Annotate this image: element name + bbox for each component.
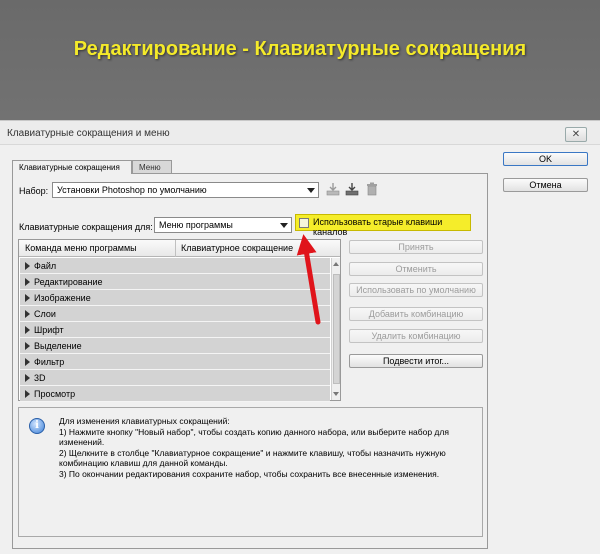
row-label: Шрифт [34,325,64,335]
row-label: Слои [34,309,56,319]
table-row[interactable]: Изображение [20,290,330,306]
expand-triangle-icon[interactable] [25,278,30,286]
banner: Редактирование - Клавиатурные сокращения [0,0,600,120]
info-text: Для изменения клавиатурных сокращений: 1… [59,416,479,479]
expand-triangle-icon[interactable] [25,342,30,350]
cancel-button[interactable]: Отмена [503,178,588,192]
save-set-icon[interactable] [326,182,340,196]
dialog-titlebar: Клавиатурные сокращения и меню ✕ [0,121,600,145]
info-box: i Для изменения клавиатурных сокращений:… [18,407,483,537]
set-label: Набор: [19,186,49,196]
row-label: Просмотр [34,389,76,399]
delete-shortcut-button[interactable]: Удалить комбинацию [349,329,483,343]
expand-triangle-icon[interactable] [25,262,30,270]
info-line: 2) Щелкните в столбце "Клавиатурное сокр… [59,447,446,458]
row-label: 3D [34,373,46,383]
trash-icon[interactable] [365,182,379,196]
set-select-value: Установки Photoshop по умолчанию [57,185,207,195]
table-row[interactable]: Редактирование [20,274,330,290]
accept-button[interactable]: Принять [349,240,483,254]
row-label: Изображение [34,293,91,303]
info-line: изменений. [59,437,105,447]
tab-menus[interactable]: Меню [132,160,172,174]
chevron-down-icon [307,188,315,193]
legacy-channel-shortcuts-option[interactable]: Использовать старые клавиши каналов [295,214,471,237]
scroll-down-icon[interactable] [333,392,339,396]
expand-triangle-icon[interactable] [25,310,30,318]
legacy-channel-shortcuts-label: Использовать старые клавиши каналов [313,217,443,237]
info-line: 3) По окончании редактирования сохраните… [59,468,440,479]
table-row[interactable]: Выделение [20,338,330,354]
expand-triangle-icon[interactable] [25,294,30,302]
table-scrollbar[interactable] [331,258,340,400]
row-label: Файл [34,261,57,271]
table-row[interactable]: Файл [20,258,330,274]
tab-keyboard-shortcuts[interactable]: Клавиатурные сокращения [12,160,132,174]
table-row[interactable]: Просмотр [20,386,330,402]
legacy-channel-shortcuts-checkbox[interactable] [299,218,309,228]
column-header-shortcut[interactable]: Клавиатурное сокращение [181,243,293,253]
row-label: Фильтр [34,357,65,367]
shortcuts-for-label: Клавиатурные сокращения для: [19,222,153,232]
scrollbar-thumb[interactable] [333,274,340,384]
info-icon: i [29,418,45,434]
column-header-command[interactable]: Команда меню программы [25,243,137,253]
table-row[interactable]: 3D [20,370,330,386]
table-header: Команда меню программы Клавиатурное сокр… [19,240,340,257]
new-set-icon[interactable] [345,182,359,196]
expand-triangle-icon[interactable] [25,390,30,398]
scroll-up-icon[interactable] [333,262,339,266]
set-select[interactable]: Установки Photoshop по умолчанию [52,182,319,198]
expand-triangle-icon[interactable] [25,326,30,334]
shortcuts-for-select[interactable]: Меню программы [154,217,292,233]
chevron-down-icon [280,223,288,228]
info-line: Для изменения клавиатурных сокращений: [59,416,230,426]
ok-button[interactable]: OK [503,152,588,166]
use-default-button[interactable]: Использовать по умолчанию [349,283,483,297]
expand-triangle-icon[interactable] [25,374,30,382]
info-line: комбинацию клавиш для данной команды. [59,458,228,468]
undo-button[interactable]: Отменить [349,262,483,276]
table-row[interactable]: Шрифт [20,322,330,338]
row-label: Редактирование [34,277,103,287]
close-button[interactable]: ✕ [565,127,587,142]
info-line: 1) Нажмите кнопку "Новый набор", чтобы с… [59,426,449,437]
expand-triangle-icon[interactable] [25,358,30,366]
summarize-button[interactable]: Подвести итог... [349,354,483,368]
dialog-title: Клавиатурные сокращения и меню [7,128,170,139]
shortcuts-for-value: Меню программы [159,220,233,230]
table-row[interactable]: Фильтр [20,354,330,370]
banner-title: Редактирование - Клавиатурные сокращения [73,38,527,60]
table-row[interactable]: Слои [20,306,330,322]
add-shortcut-button[interactable]: Добавить комбинацию [349,307,483,321]
column-divider [175,240,176,257]
shortcuts-table: Команда меню программы Клавиатурное сокр… [18,239,341,402]
row-label: Выделение [34,341,82,351]
